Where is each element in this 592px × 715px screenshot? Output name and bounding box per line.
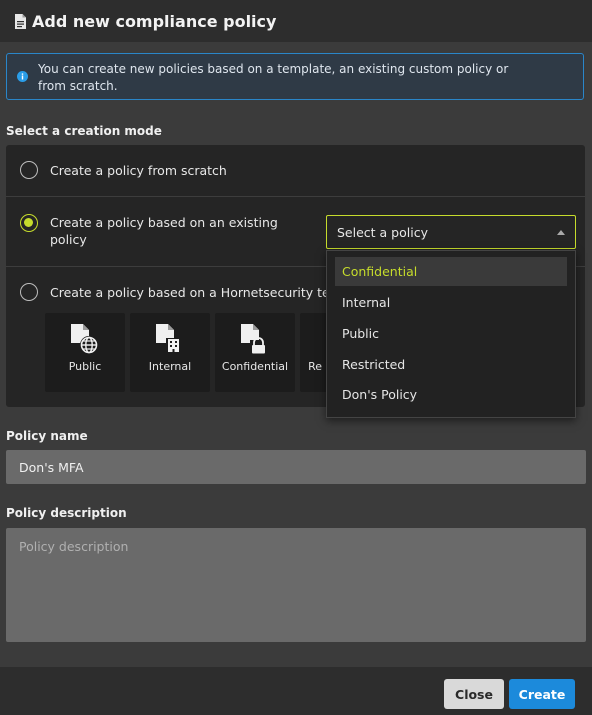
info-text: You can create new policies based on a t… <box>38 62 509 93</box>
policy-select-placeholder: Select a policy <box>337 225 428 240</box>
policy-dropdown-menu: Confidential Internal Public Restricted … <box>326 250 576 418</box>
document-icon <box>15 13 26 29</box>
document-globe-icon <box>71 324 98 354</box>
document-lock-icon <box>241 324 267 354</box>
option-label-from-scratch[interactable]: Create a policy from scratch <box>50 162 227 179</box>
info-banner: You can create new policies based on a t… <box>6 53 584 100</box>
policy-description-label: Policy description <box>6 506 127 520</box>
add-policy-dialog: Add new compliance policy You can create… <box>0 0 592 715</box>
dialog-footer: Close Create <box>0 667 592 715</box>
dropdown-option-public[interactable]: Public <box>335 319 567 348</box>
dropdown-option-confidential[interactable]: Confidential <box>335 257 567 286</box>
close-button[interactable]: Close <box>444 679 504 709</box>
policy-name-label: Policy name <box>6 429 88 443</box>
caret-up-icon <box>557 230 565 235</box>
dropdown-option-restricted[interactable]: Restricted <box>335 350 567 379</box>
policy-select[interactable]: Select a policy <box>326 215 576 249</box>
document-building-icon <box>156 324 181 353</box>
dropdown-option-dons-policy[interactable]: Don's Policy <box>335 380 567 409</box>
template-confidential[interactable]: Confidential <box>215 313 295 392</box>
template-label: Public <box>68 360 102 373</box>
option-label-template[interactable]: Create a policy based on a Hornetsecurit… <box>50 284 350 301</box>
dialog-header: Add new compliance policy <box>0 0 592 42</box>
option-label-existing-policy[interactable]: Create a policy based on an existing pol… <box>50 214 280 248</box>
create-button[interactable]: Create <box>509 679 575 709</box>
template-label: Re <box>308 360 322 373</box>
info-icon <box>17 71 28 82</box>
radio-existing-policy[interactable] <box>20 214 38 232</box>
template-label: Confidential <box>221 360 289 373</box>
dialog-title: Add new compliance policy <box>32 11 277 31</box>
divider <box>6 196 585 197</box>
dropdown-option-internal[interactable]: Internal <box>335 288 567 317</box>
creation-mode-label: Select a creation mode <box>6 124 162 138</box>
radio-template[interactable] <box>20 283 38 301</box>
template-label: Internal <box>148 360 192 373</box>
policy-description-textarea[interactable] <box>6 528 586 642</box>
radio-from-scratch[interactable] <box>20 161 38 179</box>
template-public[interactable]: Public <box>45 313 125 392</box>
template-internal[interactable]: Internal <box>130 313 210 392</box>
policy-name-input[interactable] <box>6 450 586 484</box>
